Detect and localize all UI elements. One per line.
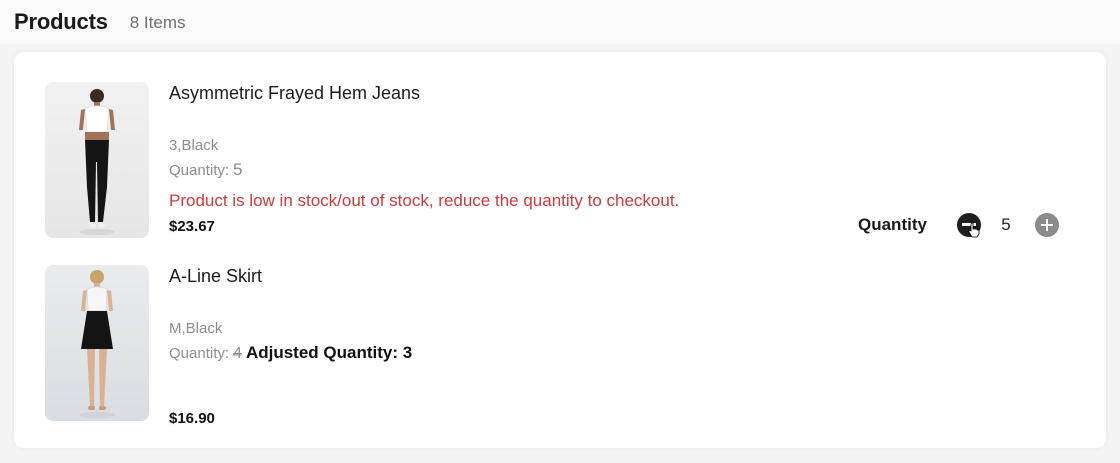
product-image[interactable] xyxy=(45,265,149,421)
plus-circle-icon[interactable] xyxy=(1034,213,1059,237)
product-quantity: Quantity: 4 Adjusted Quantity: 3 xyxy=(169,343,869,364)
product-info: Asymmetric Frayed Hem Jeans 3,Black Quan… xyxy=(169,82,869,236)
product-variant: 3,Black xyxy=(169,137,219,154)
quantity-label: Quantity: xyxy=(169,162,230,179)
page-title: Products xyxy=(14,9,108,34)
products-card: Asymmetric Frayed Hem Jeans 3,Black Quan… xyxy=(14,52,1106,448)
quantity-label: Quantity: xyxy=(169,345,230,362)
product-name[interactable]: A-Line Skirt xyxy=(169,265,869,287)
stock-warning: Product is low in stock/out of stock, re… xyxy=(169,191,680,210)
product-name[interactable]: Asymmetric Frayed Hem Jeans xyxy=(169,82,869,104)
model-figure xyxy=(79,270,115,418)
stepper-label: Quantity xyxy=(858,215,927,234)
adjusted-quantity: Adjusted Quantity: 3 xyxy=(245,343,413,362)
products-header: Products 8 Items xyxy=(0,0,1120,44)
product-info: A-Line Skirt M,Black Quantity: 4 Adjuste… xyxy=(169,265,869,428)
product-price: $23.67 xyxy=(169,218,215,235)
minus-circle-icon[interactable] xyxy=(956,213,981,238)
item-count: 8 Items xyxy=(129,13,186,32)
hand-cursor-icon xyxy=(968,222,980,238)
quantity-stepper: Quantity 5 xyxy=(858,209,1059,241)
product-item: A-Line Skirt M,Black Quantity: 4 Adjuste… xyxy=(45,265,1085,427)
product-variant: M,Black xyxy=(169,320,223,337)
product-quantity: Quantity: 5 xyxy=(169,160,869,181)
quantity-value: 5 xyxy=(233,160,243,179)
model-figure xyxy=(79,89,115,235)
product-image[interactable] xyxy=(45,82,149,238)
stepper-value: 5 xyxy=(1001,215,1011,234)
product-price: $16.90 xyxy=(169,410,215,427)
original-quantity: 4 xyxy=(233,345,242,362)
